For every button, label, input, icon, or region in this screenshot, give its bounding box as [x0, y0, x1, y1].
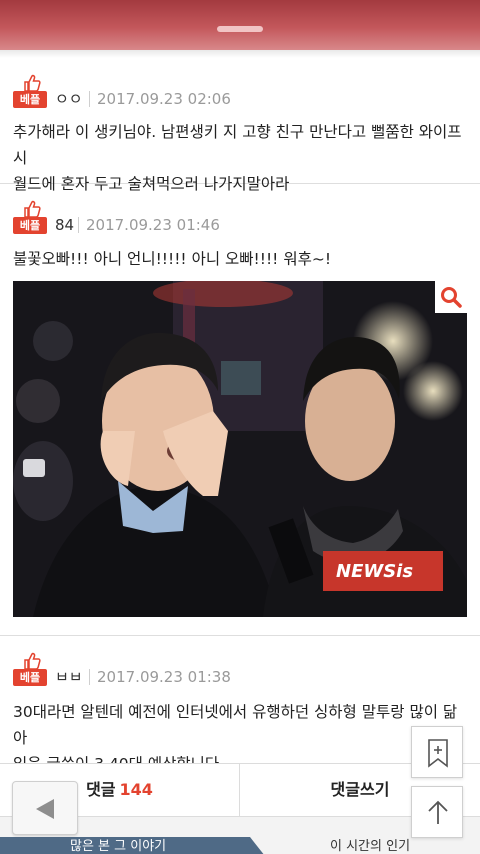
meta-divider: [78, 217, 79, 233]
comment-author: ㅂㅂ: [55, 668, 83, 686]
thumb-up-icon: [24, 652, 41, 670]
tab-right-label[interactable]: 이 시간의 인기: [330, 837, 410, 854]
meta-divider: [89, 91, 90, 107]
scroll-top-button[interactable]: [411, 786, 463, 838]
tab-left-label[interactable]: 많은 본 그 이야기: [70, 837, 166, 854]
bookmark-button[interactable]: [411, 726, 463, 778]
best-badge: 베플: [13, 200, 47, 236]
reply-label: 댓글: [86, 780, 116, 799]
comment-text-line: 30대라면 알텐데 예전에 인터넷에서 유행하던 싱하형 말투랑 많이 닮아: [13, 703, 458, 747]
top-bar-shadow: [0, 50, 480, 58]
comment-author: 84: [55, 216, 75, 234]
comment-photo[interactable]: NEWSis: [13, 281, 467, 617]
comment-meta: 베플 ㅂㅂ 2017.09.23 01:38: [13, 652, 473, 688]
meta-divider: [89, 669, 90, 685]
photo-watermark: NEWSis: [336, 561, 413, 582]
thumb-up-icon: [24, 200, 41, 218]
bookmark-plus-icon: [428, 739, 448, 768]
best-label: 베플: [13, 669, 47, 686]
comment-text: 불꽃오빠!!! 아니 언니!!!!! 아니 오빠!!!! 워후~!: [13, 246, 469, 272]
comment-date: 2017.09.23 01:38: [97, 668, 231, 686]
photo-illustration: NEWSis: [13, 281, 467, 617]
triangle-left-icon: [36, 799, 54, 819]
top-drag-bar[interactable]: [0, 0, 480, 50]
comment-item: 베플 ㅂㅂ 2017.09.23 01:38 30대라면 알텐데 예전에 인터넷…: [0, 636, 480, 773]
comment-item: 베플 84 2017.09.23 01:46 불꽃오빠!!! 아니 언니!!!!…: [0, 184, 480, 636]
comment-item: 베플 ㅇㅇ 2017.09.23 02:06 추가해라 이 생키님야. 남편생키…: [0, 58, 480, 193]
best-label: 베플: [13, 217, 47, 234]
comment-date: 2017.09.23 02:06: [97, 90, 231, 108]
comment-meta: 베플 ㅇㅇ 2017.09.23 02:06: [13, 74, 473, 110]
comment-text-line: 추가해라 이 생키님야. 남편생키 지 고향 친구 만난다고 뻘쭘한 와이프 시: [13, 123, 462, 167]
thumb-up-icon: [24, 74, 41, 92]
drag-handle[interactable]: [217, 26, 263, 32]
back-button[interactable]: [12, 781, 78, 835]
best-badge: 베플: [13, 74, 47, 110]
arrow-up-icon: [428, 800, 448, 824]
comment-text-line: 불꽃오빠!!! 아니 언니!!!!! 아니 오빠!!!! 워후~!: [13, 250, 332, 268]
zoom-button[interactable]: [435, 281, 467, 313]
comment-meta: 베플 84 2017.09.23 01:46: [13, 200, 473, 236]
comment-author: ㅇㅇ: [55, 90, 83, 108]
magnifier-icon: [441, 287, 462, 308]
reply-count-number: 144: [119, 780, 153, 799]
best-label: 베플: [13, 91, 47, 108]
best-badge: 베플: [13, 652, 47, 688]
comment-date: 2017.09.23 01:46: [86, 216, 220, 234]
